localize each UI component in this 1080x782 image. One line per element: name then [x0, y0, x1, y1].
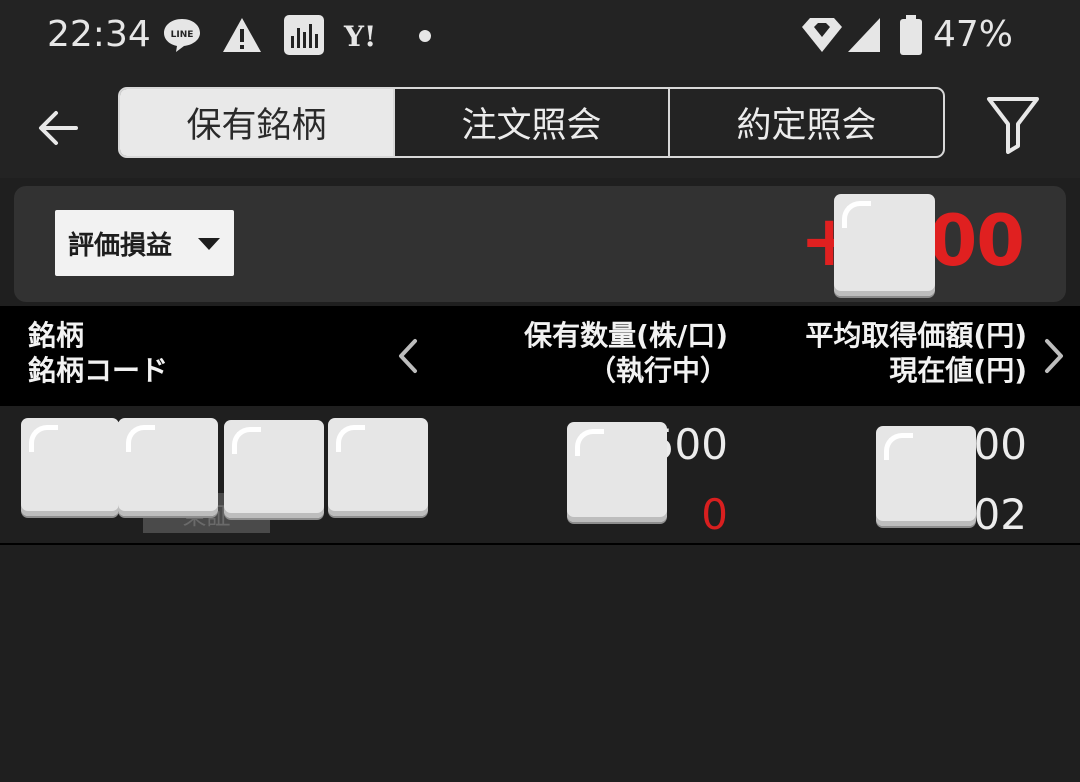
header-col3-line2: 現在値(円) [889, 354, 1027, 387]
redaction-box [21, 418, 119, 516]
redaction-box [328, 418, 428, 516]
status-time: 22:34 [47, 14, 151, 55]
redaction-box [224, 420, 324, 518]
header-col1-line1: 銘柄 [28, 319, 85, 352]
tab-execution-inquiry[interactable]: 約定照会 [668, 89, 943, 156]
back-arrow-icon[interactable] [30, 100, 86, 156]
battery-icon [900, 15, 922, 55]
summary-panel: 評価損益 + 300 [14, 186, 1066, 302]
table-row[interactable]: 3045 東証 500 0 00 02 [0, 406, 1080, 545]
tab-order-inquiry[interactable]: 注文照会 [393, 89, 668, 156]
redaction-box [834, 194, 935, 296]
battery-percent: 47% [933, 14, 1014, 55]
table-header: 銘柄 銘柄コード 保有数量(株/口) （執行中） 平均取得価額(円) 現在値(円… [0, 306, 1080, 406]
filter-icon[interactable] [986, 96, 1040, 154]
yahoo-icon: Y! [344, 20, 377, 53]
nav-bar: 保有銘柄 注文照会 約定照会 [0, 72, 1080, 178]
chevron-left-icon[interactable] [394, 336, 420, 376]
redaction-box [567, 422, 667, 522]
header-col3-line1: 平均取得価額(円) [805, 319, 1027, 352]
tab-group: 保有銘柄 注文照会 約定照会 [118, 87, 945, 158]
line-icon: LINE [164, 19, 200, 52]
header-col2-line1: 保有数量(株/口) [524, 319, 728, 352]
signal-icon [848, 18, 880, 52]
wifi-icon [802, 18, 842, 52]
chevron-down-icon [198, 238, 220, 250]
header-stock-name: 銘柄 銘柄コード [28, 318, 168, 388]
in-execution-value: 0 [701, 490, 728, 539]
dot-icon [419, 30, 431, 42]
avg-price-value: 00 [973, 420, 1027, 469]
svg-text:LINE: LINE [171, 30, 194, 40]
header-price: 平均取得価額(円) 現在値(円) [805, 318, 1027, 388]
redaction-box [876, 426, 976, 526]
dropdown-label: 評価損益 [68, 230, 173, 261]
redaction-box [118, 418, 218, 516]
metric-dropdown[interactable]: 評価損益 [55, 210, 234, 276]
header-quantity: 保有数量(株/口) （執行中） [524, 318, 728, 388]
current-price-value: 02 [973, 490, 1027, 539]
tab-holdings[interactable]: 保有銘柄 [120, 89, 393, 156]
chevron-right-icon[interactable] [1041, 336, 1067, 376]
stock-app-icon [284, 15, 324, 55]
header-col2-line2: （執行中） [587, 354, 728, 387]
status-bar: 22:34 LINE Y! 47% [0, 0, 1080, 72]
header-col1-line2: 銘柄コード [28, 354, 169, 387]
warning-icon [223, 18, 261, 52]
